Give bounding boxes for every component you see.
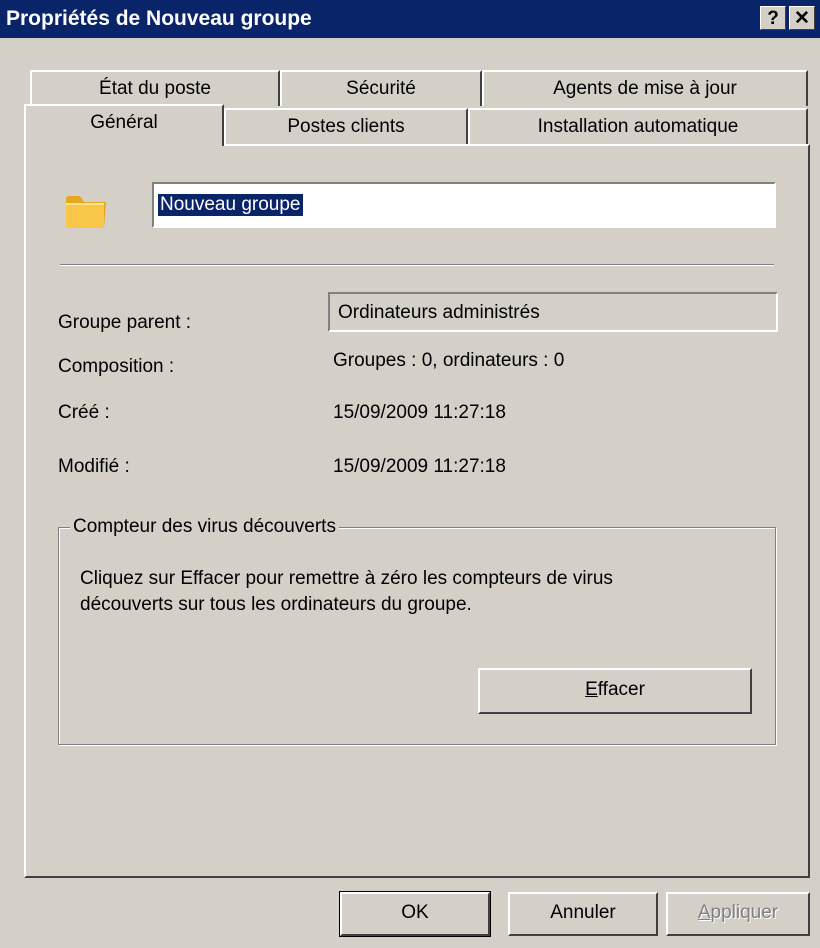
tab-etat-du-poste[interactable]: État du poste — [30, 70, 280, 106]
separator — [60, 264, 774, 266]
apply-button-label: ppliquer — [710, 902, 779, 923]
tab-agents-mise-a-jour[interactable]: Agents de mise à jour — [482, 70, 808, 106]
folder-icon — [66, 196, 106, 228]
modified-label: Modifié : — [58, 456, 130, 477]
virus-counter-description-line2: découverts sur tous les ordinateurs du g… — [80, 594, 472, 615]
group-name-value: Nouveau groupe — [158, 194, 303, 216]
help-button[interactable]: ? — [760, 6, 786, 30]
composition-value: Groupes : 0, ordinateurs : 0 — [333, 350, 565, 371]
tab-general[interactable]: Général — [24, 104, 224, 146]
parent-group-label: Groupe parent : — [58, 312, 192, 333]
clear-button-mnemonic: E — [585, 679, 598, 700]
title-bar[interactable]: Propriétés de Nouveau groupe ? ✕ — [0, 0, 820, 38]
tab-panel-general — [24, 144, 810, 878]
tab-installation-automatique[interactable]: Installation automatique — [468, 108, 808, 144]
close-button[interactable]: ✕ — [789, 6, 815, 30]
tab-label: Postes clients — [287, 116, 405, 137]
created-value: 15/09/2009 11:27:18 — [333, 402, 506, 423]
created-label: Créé : — [58, 402, 110, 423]
ok-button[interactable]: OK — [339, 891, 491, 937]
composition-label: Composition : — [58, 356, 175, 377]
tab-label: Installation automatique — [537, 116, 739, 137]
window-title: Propriétés de Nouveau groupe — [6, 7, 312, 30]
properties-dialog: Propriétés de Nouveau groupe ? ✕ État du… — [0, 0, 820, 948]
tab-label: Sécurité — [346, 78, 416, 99]
virus-counter-legend: Compteur des virus découverts — [70, 516, 339, 538]
tab-label: Général — [90, 112, 158, 133]
tab-label: Agents de mise à jour — [553, 78, 737, 99]
clear-button-label: ffacer — [597, 679, 645, 700]
virus-counter-description-line1: Cliquez sur Effacer pour remettre à zéro… — [80, 568, 613, 589]
cancel-button[interactable]: Annuler — [508, 892, 658, 936]
parent-group-field: Ordinateurs administrés — [328, 292, 778, 332]
apply-button-mnemonic: A — [697, 902, 711, 923]
parent-group-value: Ordinateurs administrés — [338, 302, 540, 323]
apply-button[interactable]: Appliquer — [666, 892, 810, 936]
clear-button[interactable]: Effacer — [478, 668, 752, 714]
group-name-input[interactable]: Nouveau groupe — [152, 182, 776, 228]
modified-value: 15/09/2009 11:27:18 — [333, 456, 506, 477]
tab-securite[interactable]: Sécurité — [280, 70, 482, 106]
tab-label: État du poste — [99, 78, 211, 99]
tab-postes-clients[interactable]: Postes clients — [224, 108, 468, 144]
